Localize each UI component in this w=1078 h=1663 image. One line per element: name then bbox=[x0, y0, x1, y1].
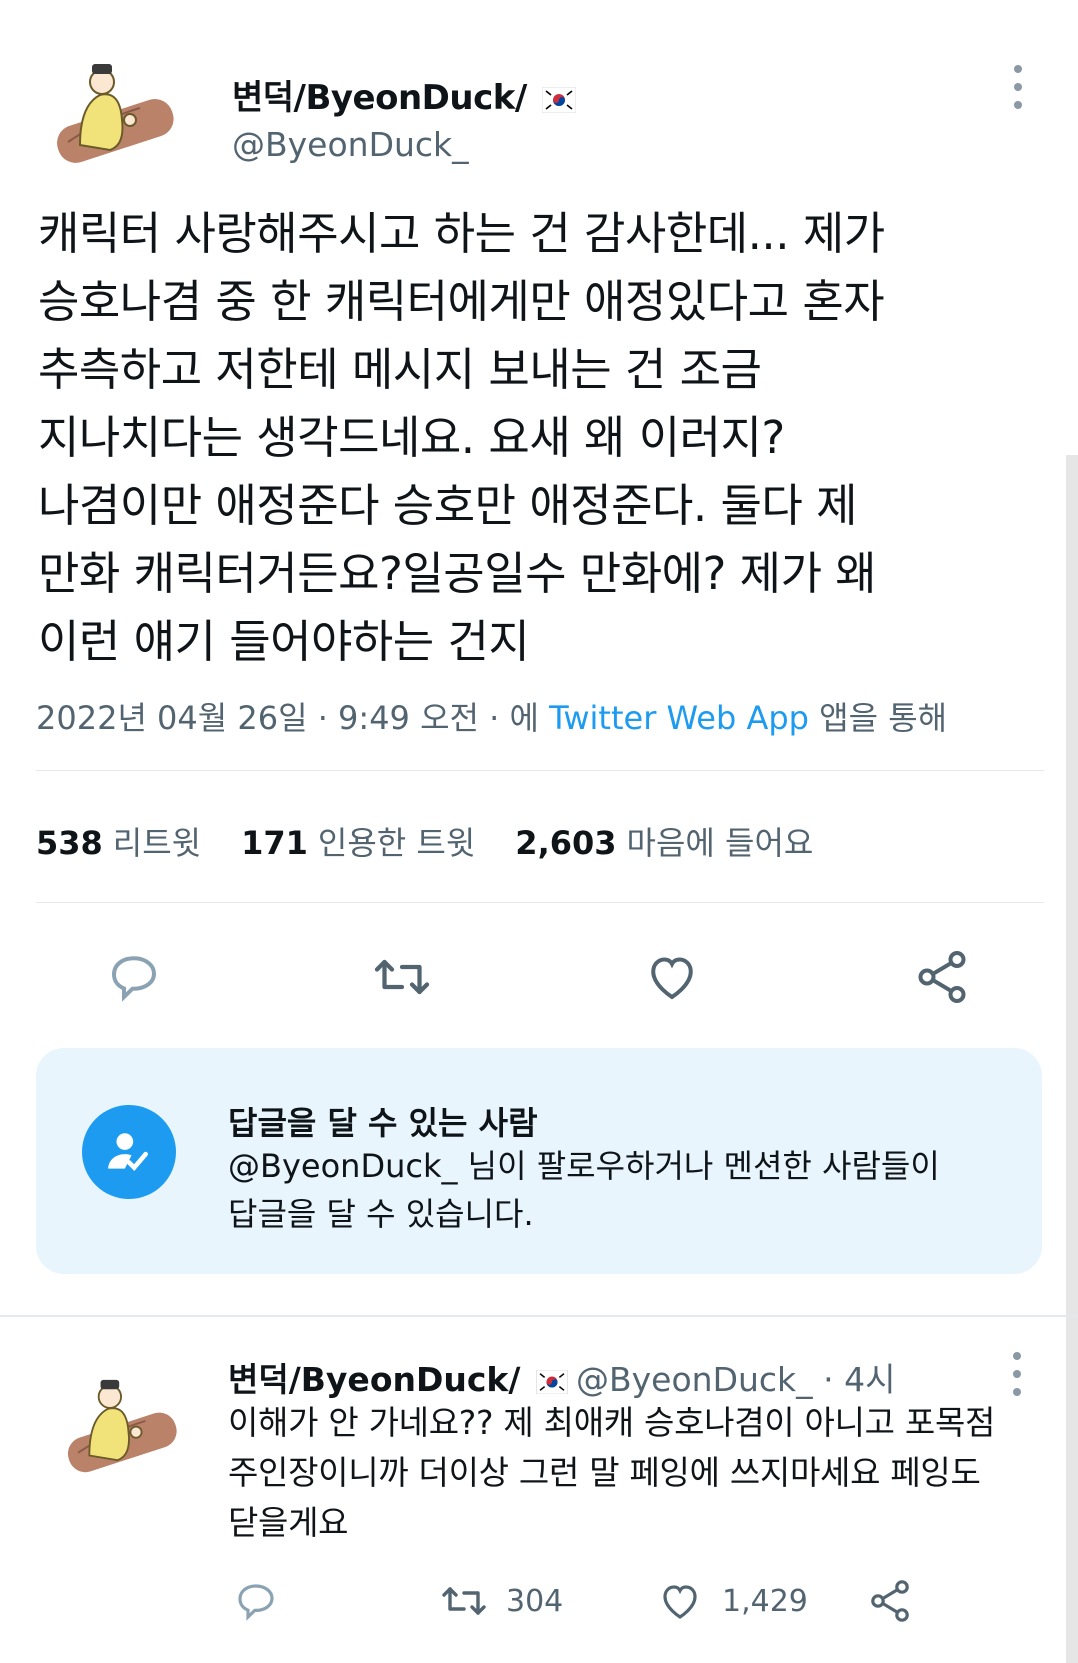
share-button[interactable] bbox=[910, 945, 974, 1009]
author-handle[interactable]: @ByeonDuck_ bbox=[232, 125, 469, 164]
reply-retweet-count: 304 bbox=[506, 1583, 564, 1619]
reply-restriction-description: @ByeonDuck_ 님이 팔로우하거나 멘션한 사람들이 답글을 달 수 있… bbox=[228, 1147, 940, 1233]
reply-restriction-title: 답글을 달 수 있는 사람 bbox=[228, 1104, 538, 1142]
retweet-button[interactable] bbox=[370, 945, 434, 1009]
divider bbox=[36, 902, 1044, 903]
retweets-stat[interactable]: 538 리트윗 bbox=[36, 818, 201, 864]
tweet-date: 2022년 04월 26일 · 9:49 오전 · 에 bbox=[36, 699, 550, 737]
retweet-icon bbox=[374, 959, 430, 995]
reply-retweet-button[interactable]: 304 bbox=[440, 1577, 563, 1625]
reply-author-avatar[interactable] bbox=[52, 1365, 192, 1490]
author-avatar[interactable] bbox=[40, 50, 190, 180]
korea-flag-icon bbox=[542, 86, 577, 113]
heart-icon bbox=[651, 957, 693, 1000]
reply-restriction-icon bbox=[82, 1105, 176, 1199]
tweet-source-link[interactable]: Twitter Web App bbox=[549, 699, 809, 737]
scrollbar[interactable] bbox=[1066, 455, 1078, 1663]
tweet-meta: 2022년 04월 26일 · 9:49 오전 · 에 Twitter Web … bbox=[36, 693, 947, 739]
like-button[interactable] bbox=[640, 945, 704, 1009]
reply-author-handle[interactable]: @ByeonDuck_ · 4시 bbox=[576, 1353, 895, 1401]
share-icon bbox=[918, 951, 966, 1003]
reply-icon bbox=[238, 1584, 274, 1621]
reply-author-name[interactable]: 변덕/ByeonDuck/ bbox=[228, 1353, 568, 1401]
reply-tweet-text: 이해가 안 가네요?? 제 최애캐 승호나겸이 아니고 포목점 주인장이니까 더… bbox=[228, 1403, 996, 1542]
tweet-stats: 538 리트윗 171 인용한 트윗 2,603 마음에 들어요 bbox=[36, 818, 813, 864]
heart-icon bbox=[663, 1585, 697, 1619]
reply-like-count: 1,429 bbox=[722, 1583, 808, 1619]
section-divider bbox=[0, 1315, 1078, 1317]
divider bbox=[36, 770, 1044, 771]
tweet-text: 캐릭터 사랑해주시고 하는 건 감사한데... 제가 승호나겸 중 한 캐릭터에… bbox=[38, 207, 885, 668]
reply-reply-button[interactable] bbox=[232, 1577, 280, 1625]
likes-stat[interactable]: 2,603 마음에 들어요 bbox=[515, 818, 813, 864]
korea-flag-icon bbox=[535, 1369, 568, 1394]
retweet-icon bbox=[442, 1587, 486, 1615]
author-name[interactable]: 변덕/ByeonDuck/ bbox=[232, 70, 577, 119]
reply-like-button[interactable]: 1,429 bbox=[656, 1577, 808, 1625]
reply-button[interactable] bbox=[102, 945, 166, 1009]
reply-more-options-icon[interactable] bbox=[1007, 1352, 1027, 1396]
tweet-source-suffix: 앱을 통해 bbox=[808, 699, 948, 737]
more-options-icon[interactable] bbox=[1008, 65, 1028, 109]
reply-icon bbox=[111, 956, 157, 1002]
share-icon bbox=[871, 1580, 909, 1622]
user-check-icon bbox=[108, 1133, 148, 1172]
reply-share-button[interactable] bbox=[866, 1577, 914, 1625]
quotes-stat[interactable]: 171 인용한 트윗 bbox=[241, 818, 475, 864]
